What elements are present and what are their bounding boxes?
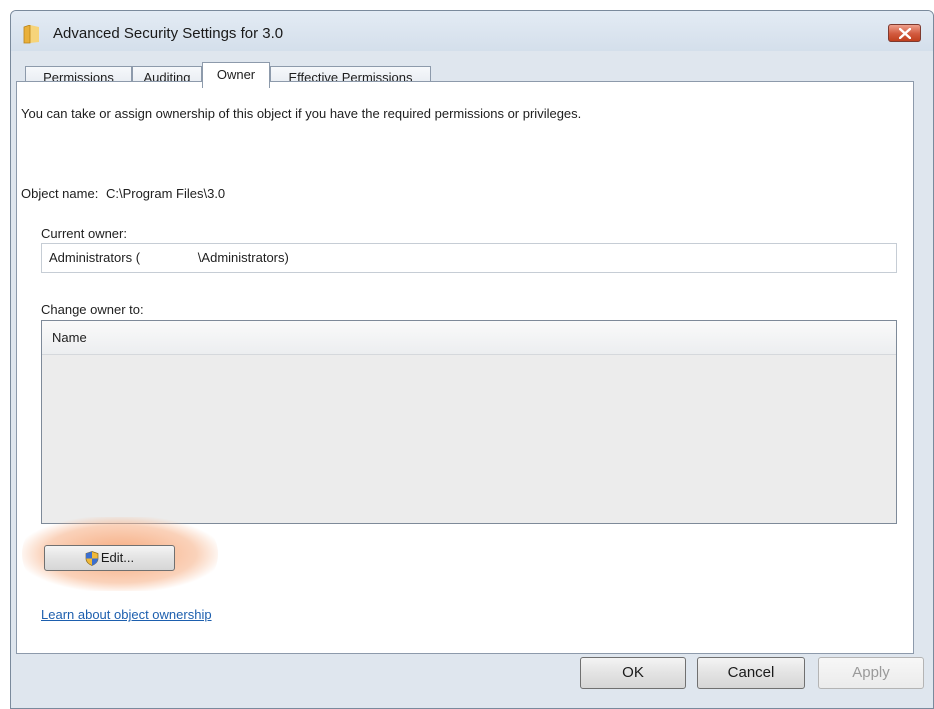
window-title: Advanced Security Settings for 3.0 [53,25,284,42]
cancel-button[interactable]: Cancel [697,657,805,689]
uac-shield-icon [85,551,99,566]
description-text: You can take or assign ownership of this… [21,106,582,121]
current-owner-label: Current owner: [41,226,127,241]
object-name-row: Object name: C:\Program Files\3.0 [21,186,225,201]
current-owner-value: Administrators ( \Administrators) [49,250,289,265]
close-button[interactable] [888,24,921,42]
current-owner-field[interactable]: Administrators ( \Administrators) [41,243,897,273]
tab-owner[interactable]: Owner [202,62,270,88]
close-icon [899,28,911,39]
learn-ownership-link[interactable]: Learn about object ownership [41,607,212,622]
object-name-value: C:\Program Files\3.0 [105,186,226,201]
title-bar[interactable]: Advanced Security Settings for 3.0 [11,11,933,51]
name-column-header[interactable]: Name [42,321,896,355]
object-name-label: Object name: [21,186,99,201]
change-owner-list[interactable]: Name [41,320,897,524]
edit-button-label: Edit... [100,550,135,565]
folder-icon [23,25,39,44]
change-owner-label: Change owner to: [41,302,144,317]
ok-button[interactable]: OK [580,657,686,689]
apply-button[interactable]: Apply [818,657,924,689]
edit-button[interactable]: Edit... [44,545,175,571]
